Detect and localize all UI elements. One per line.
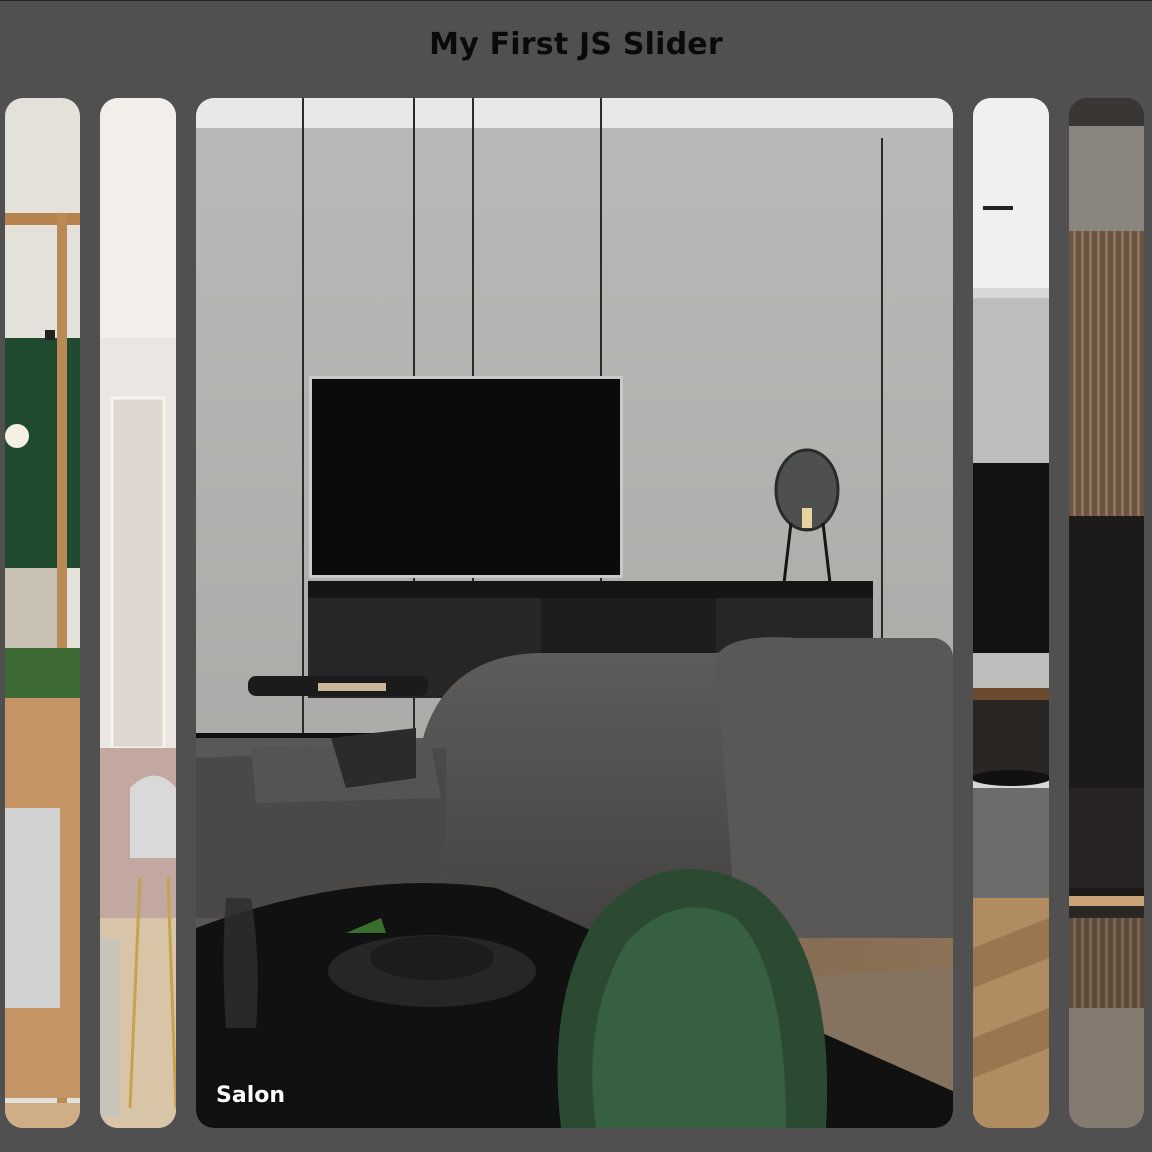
- page-title: My First JS Slider: [429, 27, 723, 62]
- image-slider: Salon: [0, 98, 1152, 1128]
- slide-4-image: [973, 98, 1049, 1128]
- slide-caption: Salon: [216, 1083, 286, 1108]
- slide-5-image: [1069, 98, 1144, 1128]
- slide-2-image: [100, 98, 176, 1128]
- slide-2[interactable]: [100, 98, 176, 1128]
- slide-4[interactable]: [973, 98, 1049, 1128]
- slide-5[interactable]: [1069, 98, 1144, 1128]
- slide-1[interactable]: [5, 98, 80, 1128]
- slide-1-image: [5, 98, 80, 1128]
- slide-3[interactable]: Salon: [196, 98, 953, 1128]
- slide-3-image: [196, 98, 953, 1128]
